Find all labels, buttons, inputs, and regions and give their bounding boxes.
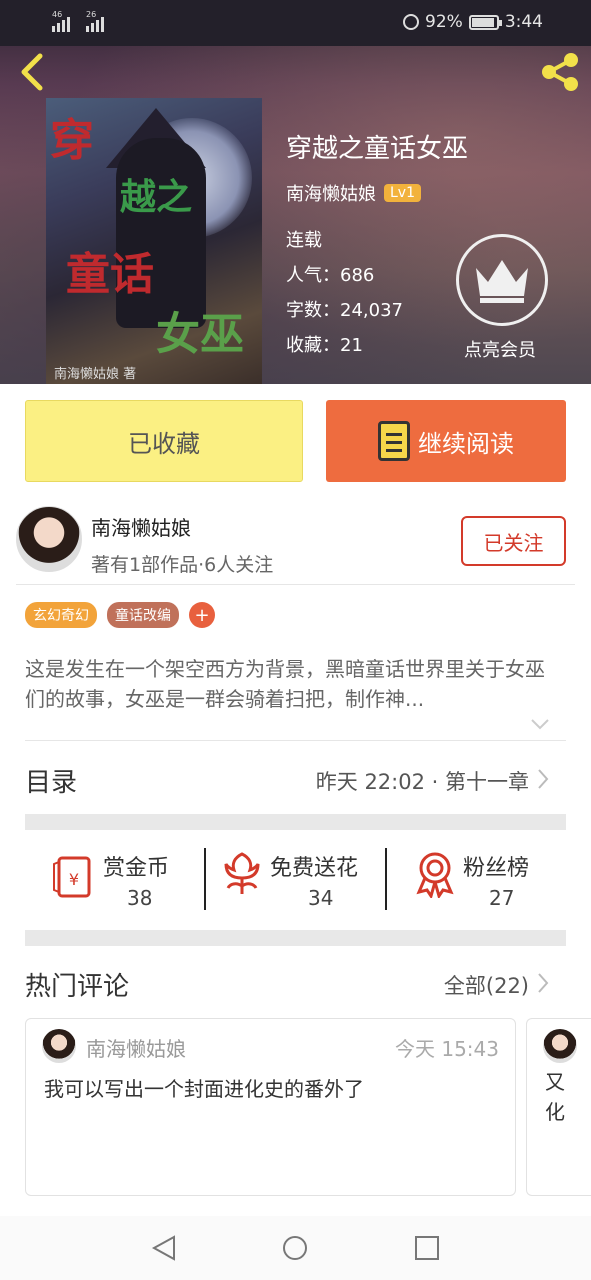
follow-button[interactable]: 已关注 <box>461 516 566 566</box>
flower-icon <box>224 852 260 894</box>
share-icon[interactable] <box>537 50 583 94</box>
clock: 3:44 <box>504 12 543 32</box>
book-detail-content: 已收藏 继续阅读 南海懒姑娘 著有1部作品·6人关注 已关注 玄幻奇幻 童话改编… <box>0 384 591 1216</box>
vip-label: 点亮会员 <box>464 340 536 361</box>
avatar[interactable] <box>16 506 82 572</box>
section-separator <box>25 814 566 830</box>
fan-ranking-value: 27 <box>489 886 515 910</box>
comment-text: 我可以写出一个封面进化史的番外了 <box>44 1077 364 1101</box>
all-comments-link[interactable]: 全部(22) <box>444 970 529 1000</box>
signal-label: 46 <box>52 10 63 19</box>
signal-label-2: 26 <box>86 10 97 19</box>
popularity: 人气：686 <box>286 265 375 286</box>
favorite-count: 收藏：21 <box>286 335 363 356</box>
author-name[interactable]: 南海懒姑娘 <box>286 180 376 206</box>
tag-fantasy[interactable]: 玄幻奇幻 <box>25 602 97 628</box>
book-cover[interactable]: 穿 越之 童话 女巫 南海懒姑娘 著 <box>46 98 262 384</box>
cover-title-4: 女巫 <box>156 309 244 360</box>
chevron-down-icon[interactable] <box>530 714 550 734</box>
free-flowers-value: 34 <box>308 886 334 910</box>
synopsis[interactable]: 这是发生在一个架空西方为背景，黑暗童话世界里关于女巫们的故事，女巫是一群会骑着扫… <box>25 654 559 714</box>
svg-text:¥: ¥ <box>69 870 79 889</box>
serial-status: 连载 <box>286 230 322 251</box>
comment-card[interactable]: 南海懒姑娘 今天 15:43 我可以写出一个封面进化史的番外了 <box>25 1018 516 1196</box>
signal-icon-2: 26 <box>86 10 104 32</box>
cover-title-1: 穿 <box>50 115 94 166</box>
comment-user[interactable]: 南海懒姑娘 <box>86 1033 186 1062</box>
signal-icon: 46 <box>52 10 70 32</box>
level-badge: Lv1 <box>384 184 421 202</box>
battery-percent: 92% <box>425 12 463 32</box>
favorited-button[interactable]: 已收藏 <box>25 400 303 482</box>
status-bar: 46 26 92% 3:44 <box>0 0 591 46</box>
battery-icon <box>468 14 502 30</box>
chevron-right-icon[interactable] <box>537 768 549 790</box>
divider <box>16 584 575 585</box>
add-tag-button[interactable]: + <box>189 602 215 628</box>
book-title: 穿越之童话女巫 <box>286 134 469 164</box>
medal-icon <box>416 852 454 898</box>
author-block-name[interactable]: 南海懒姑娘 <box>91 512 191 541</box>
continue-reading-button[interactable]: 继续阅读 <box>326 400 566 482</box>
author-row[interactable]: 南海懒姑娘 Lv1 <box>286 180 421 206</box>
reward-coins[interactable]: ¥ 赏金币 38 <box>25 830 205 930</box>
latest-chapter[interactable]: 昨天 22:02 · 第十一章 <box>316 766 529 796</box>
support-stats: ¥ 赏金币 38 免费送花 34 粉丝榜 27 <box>25 830 566 930</box>
toc-label[interactable]: 目录 <box>25 762 77 799</box>
chevron-right-icon[interactable] <box>537 972 549 994</box>
continue-reading-label: 继续阅读 <box>418 429 514 458</box>
tag-list: 玄幻奇幻 童话改编 + <box>25 602 215 628</box>
cover-title-3: 童话 <box>66 249 154 300</box>
tag-fairytale[interactable]: 童话改编 <box>107 602 179 628</box>
free-flowers-label: 免费送花 <box>270 856 359 881</box>
crown-icon <box>476 260 528 303</box>
comment-time: 今天 15:43 <box>395 1037 499 1061</box>
back-icon[interactable] <box>14 52 50 92</box>
red-envelope-icon: ¥ <box>53 856 91 898</box>
nav-recents-icon[interactable] <box>413 1234 441 1262</box>
fan-ranking-label: 粉丝榜 <box>463 856 530 881</box>
book-icon <box>378 421 410 461</box>
comment-card[interactable]: 又化 <box>526 1018 591 1196</box>
divider <box>25 740 566 741</box>
fan-ranking[interactable]: 粉丝榜 27 <box>387 830 566 930</box>
nav-home-icon[interactable] <box>281 1234 309 1262</box>
nav-back-icon[interactable] <box>150 1234 178 1262</box>
author-stats: 著有1部作品·6人关注 <box>91 554 274 576</box>
vip-button[interactable] <box>456 234 548 326</box>
alarm-icon <box>403 14 420 30</box>
reward-coins-label: 赏金币 <box>103 856 170 881</box>
section-separator <box>25 930 566 946</box>
word-count: 字数：24,037 <box>286 300 403 321</box>
cover-title-2: 越之 <box>120 176 193 218</box>
hot-comments-label: 热门评论 <box>25 972 130 1002</box>
reward-coins-value: 38 <box>127 886 153 910</box>
author-block[interactable]: 南海懒姑娘 著有1部作品·6人关注 已关注 <box>0 502 591 584</box>
comment-text: 又化 <box>545 1070 565 1124</box>
free-flowers[interactable]: 免费送花 34 <box>206 830 386 930</box>
avatar[interactable] <box>543 1029 577 1063</box>
avatar[interactable] <box>42 1029 76 1063</box>
system-navigation-bar <box>0 1216 591 1280</box>
cover-author: 南海懒姑娘 著 <box>54 367 137 382</box>
